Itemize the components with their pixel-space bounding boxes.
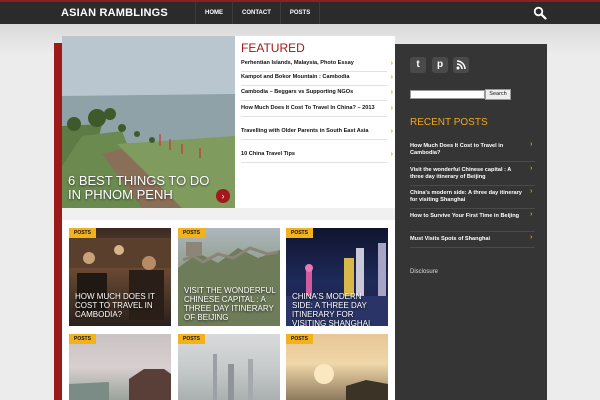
post-card[interactable]: POSTS: [69, 334, 171, 400]
featured-item[interactable]: Cambodia – Beggars vs Supporting NGOs ›: [241, 89, 393, 101]
post-category-tag[interactable]: POSTS: [286, 334, 313, 344]
recent-post-link[interactable]: How to Survive Your First Time in Beijin…: [410, 213, 525, 220]
featured-heading: FEATURED: [241, 41, 305, 55]
post-card-title[interactable]: HOW MUCH DOES IT COST TO TRAVEL IN CAMBO…: [75, 292, 167, 319]
chevron-right-icon: ›: [390, 89, 393, 96]
post-card[interactable]: POSTS HOW MUCH DOES IT COST TO TRAVEL IN…: [69, 228, 171, 326]
twitter-icon[interactable]: t: [410, 57, 426, 73]
hero-title[interactable]: 6 BEST THINGS TO DO IN PHNOM PENH: [68, 174, 218, 202]
recent-post-link[interactable]: Must Visits Spots of Shanghai: [410, 236, 525, 243]
main-nav: HOME CONTACT POSTS: [195, 2, 321, 24]
featured-item[interactable]: Perhentian Islands, Malaysia, Photo Essa…: [241, 60, 393, 72]
site-logo[interactable]: ASIAN RAMBLINGS: [61, 7, 168, 19]
chevron-right-icon: ›: [390, 105, 393, 112]
chevron-right-icon: ›: [530, 211, 533, 218]
featured-item-label[interactable]: Travelling with Older Parents in South E…: [241, 128, 369, 134]
divider: [410, 208, 535, 209]
recent-post-link[interactable]: China's modern side: A three day itinera…: [410, 190, 525, 204]
featured-panel: FEATURED Perhentian Islands, Malaysia, P…: [235, 36, 395, 208]
post-card[interactable]: POSTS: [178, 334, 280, 400]
disclosure-link[interactable]: Disclosure: [410, 269, 438, 275]
nav-contact[interactable]: CONTACT: [233, 2, 281, 24]
recent-posts-heading: RECENT POSTS: [410, 117, 488, 128]
divider: [410, 161, 535, 162]
section-divider: [62, 208, 395, 220]
pinterest-icon[interactable]: p: [432, 57, 448, 73]
accent-strip: [54, 43, 62, 400]
chevron-right-icon: ›: [390, 151, 393, 158]
featured-item-label[interactable]: Cambodia – Beggars vs Supporting NGOs: [241, 89, 353, 95]
sidebar-search-input[interactable]: [410, 90, 485, 99]
post-category-tag[interactable]: POSTS: [178, 228, 205, 238]
featured-item-label[interactable]: Kampot and Bokor Mountain : Cambodia: [241, 74, 349, 80]
chevron-right-icon: ›: [530, 165, 533, 172]
post-card-title[interactable]: VISIT THE WONDERFUL CHINESE CAPITAL : A …: [184, 286, 276, 322]
featured-item[interactable]: How Much Does It Cost To Travel In China…: [241, 105, 393, 117]
featured-item-label[interactable]: 10 China Travel Tips: [241, 151, 295, 157]
hero-slide[interactable]: 6 BEST THINGS TO DO IN PHNOM PENH: [62, 36, 235, 208]
divider: [410, 231, 535, 232]
divider: [410, 185, 535, 186]
post-category-tag[interactable]: POSTS: [69, 334, 96, 344]
recent-post-link[interactable]: How Much Does It Cost to Travel in Cambo…: [410, 143, 525, 157]
post-card[interactable]: POSTS: [286, 334, 388, 400]
nav-posts[interactable]: POSTS: [281, 2, 321, 24]
rss-icon[interactable]: [453, 57, 469, 73]
featured-item[interactable]: Kampot and Bokor Mountain : Cambodia ›: [241, 74, 393, 86]
post-card[interactable]: POSTS CHINA'S MODERN SIDE: A THREE DAY I…: [286, 228, 388, 326]
post-card[interactable]: POSTS VISIT THE WONDERFUL CHINESE CAPITA…: [178, 228, 280, 326]
top-bar: ASIAN RAMBLINGS HOME CONTACT POSTS: [0, 0, 600, 24]
post-category-tag[interactable]: POSTS: [286, 228, 313, 238]
chevron-right-icon: ›: [530, 234, 533, 241]
chevron-right-icon: ›: [530, 188, 533, 195]
featured-item-label[interactable]: Perhentian Islands, Malaysia, Photo Essa…: [241, 60, 354, 66]
post-category-tag[interactable]: POSTS: [178, 334, 205, 344]
featured-item-label[interactable]: How Much Does It Cost To Travel In China…: [241, 105, 375, 111]
search-icon[interactable]: [533, 6, 547, 20]
post-card-title[interactable]: CHINA'S MODERN SIDE: A THREE DAY ITINERA…: [292, 292, 384, 326]
sidebar-search-button[interactable]: Search: [485, 89, 511, 100]
featured-item[interactable]: Travelling with Older Parents in South E…: [241, 128, 393, 140]
featured-item[interactable]: 10 China Travel Tips ›: [241, 151, 393, 163]
chevron-right-icon: ›: [390, 128, 393, 135]
divider: [410, 247, 535, 248]
recent-post-link[interactable]: Visit the wonderful Chinese capital : A …: [410, 167, 525, 181]
chevron-right-icon: ›: [390, 74, 393, 81]
post-category-tag[interactable]: POSTS: [69, 228, 96, 238]
chevron-right-icon: ›: [390, 60, 393, 67]
hero-next-arrow[interactable]: ›: [216, 189, 230, 203]
chevron-right-icon: ›: [530, 141, 533, 148]
nav-home[interactable]: HOME: [195, 2, 233, 24]
